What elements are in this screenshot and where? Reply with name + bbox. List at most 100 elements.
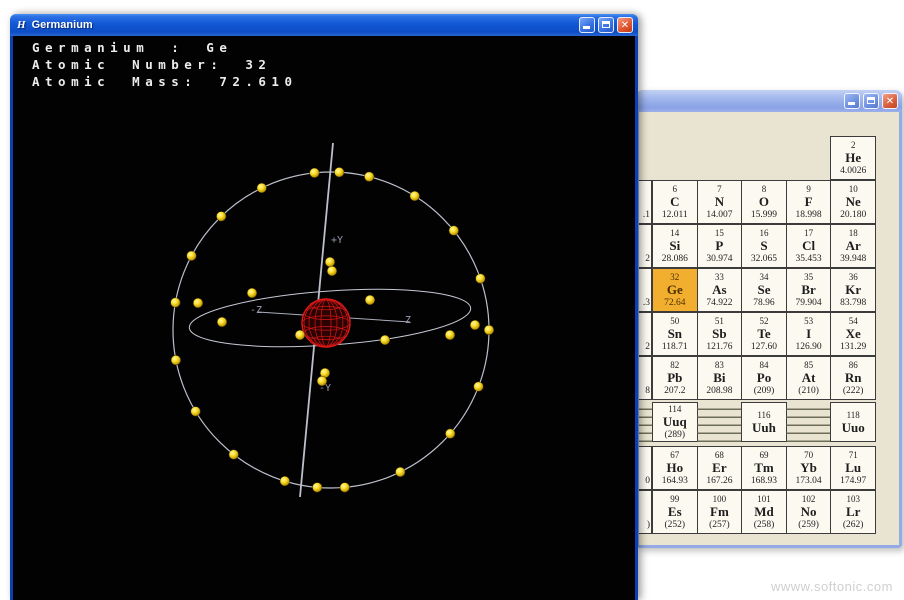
element-mass: 14.007 xyxy=(706,209,732,221)
element-cell-S[interactable]: 16S32.065 xyxy=(741,224,787,268)
element-mass: 126.90 xyxy=(796,341,822,353)
electron xyxy=(310,168,320,178)
element-mass: 83.798 xyxy=(840,297,866,309)
element-cell-Ne[interactable]: 10Ne20.180 xyxy=(830,180,876,224)
element-symbol: I xyxy=(806,327,811,341)
electron xyxy=(217,317,227,327)
element-cell-As[interactable]: 33As74.922 xyxy=(697,268,743,312)
element-symbol: Rn xyxy=(845,371,862,385)
element-mass: 174.97 xyxy=(840,475,866,487)
element-symbol: Sb xyxy=(712,327,726,341)
element-cell-C[interactable]: 6C12.011 xyxy=(652,180,698,224)
element-symbol: Es xyxy=(668,505,682,519)
element-cell-Te[interactable]: 52Te127.60 xyxy=(741,312,787,356)
element-cell-Sb[interactable]: 51Sb121.76 xyxy=(697,312,743,356)
element-symbol: F xyxy=(805,195,813,209)
clipped-element-cell: 2 xyxy=(639,312,652,356)
element-cell-Rn[interactable]: 86Rn(222) xyxy=(830,356,876,400)
minimize-button[interactable] xyxy=(844,93,860,109)
element-cell-Er[interactable]: 68Er167.26 xyxy=(697,446,743,490)
element-cell-P[interactable]: 15P30.974 xyxy=(697,224,743,268)
element-cell-Si[interactable]: 14Si28.086 xyxy=(652,224,698,268)
element-cell-Ge[interactable]: 32Ge72.64 xyxy=(652,268,698,312)
element-cell-Kr[interactable]: 36Kr83.798 xyxy=(830,268,876,312)
periodic-table-titlebar[interactable] xyxy=(636,90,902,112)
element-cell-Sn[interactable]: 50Sn118.71 xyxy=(652,312,698,356)
element-cell-Po[interactable]: 84Po(209) xyxy=(741,356,787,400)
element-symbol: At xyxy=(802,371,816,385)
element-cell-Uuq[interactable]: 114Uuq(289) xyxy=(652,402,698,442)
element-symbol: Kr xyxy=(845,283,861,297)
element-cell-He[interactable]: 2He4.0026 xyxy=(830,136,876,180)
clipped-mass-fragment: 8 xyxy=(645,386,650,396)
element-mass: 12.011 xyxy=(662,209,688,221)
element-cell-Es[interactable]: 99Es(252) xyxy=(652,490,698,534)
empty-element-slot xyxy=(786,402,831,442)
element-mass: 78.96 xyxy=(753,297,774,309)
element-cell-Ho[interactable]: 67Ho164.93 xyxy=(652,446,698,490)
element-symbol: P xyxy=(715,239,723,253)
element-cell-Fm[interactable]: 100Fm(257) xyxy=(697,490,743,534)
element-symbol: Tm xyxy=(754,461,774,475)
element-cell-Pb[interactable]: 82Pb207.2 xyxy=(652,356,698,400)
element-symbol: C xyxy=(670,195,679,209)
electron xyxy=(364,172,374,182)
electron xyxy=(474,382,484,392)
electron xyxy=(334,167,344,177)
element-cell-No[interactable]: 102No(259) xyxy=(786,490,832,534)
electron xyxy=(340,483,350,493)
element-cell-Br[interactable]: 35Br79.904 xyxy=(786,268,832,312)
element-cell-Md[interactable]: 101Md(258) xyxy=(741,490,787,534)
element-cell-F[interactable]: 9F18.998 xyxy=(786,180,832,224)
axis-label: +Y xyxy=(331,235,343,246)
element-mass: 20.180 xyxy=(840,209,866,221)
close-button[interactable] xyxy=(617,17,633,33)
electron xyxy=(445,330,455,340)
clipped-element-cell: ) xyxy=(639,490,652,534)
electron xyxy=(484,325,494,335)
element-symbol: Ge xyxy=(667,283,683,297)
element-cell-Se[interactable]: 34Se78.96 xyxy=(741,268,787,312)
app-icon: H xyxy=(17,19,26,31)
element-cell-I[interactable]: 53I126.90 xyxy=(786,312,832,356)
clipped-mass-fragment: 0 xyxy=(645,476,650,486)
element-mass: 121.76 xyxy=(706,341,732,353)
element-symbol: Se xyxy=(757,283,770,297)
maximize-button[interactable] xyxy=(598,17,614,33)
element-cell-Lr[interactable]: 103Lr(262) xyxy=(830,490,876,534)
element-mass: 131.29 xyxy=(840,341,866,353)
element-cell-Uuo[interactable]: 118Uuo xyxy=(830,402,876,442)
element-cell-At[interactable]: 85At(210) xyxy=(786,356,832,400)
element-cell-Tm[interactable]: 69Tm168.93 xyxy=(741,446,787,490)
element-mass: 28.086 xyxy=(662,253,688,265)
germanium-titlebar[interactable]: H Germanium xyxy=(10,14,638,36)
close-button[interactable] xyxy=(882,93,898,109)
electron xyxy=(380,335,390,345)
element-cell-Uuh[interactable]: 116Uuh xyxy=(741,402,787,442)
element-symbol: He xyxy=(845,151,861,165)
element-cell-Cl[interactable]: 17Cl35.453 xyxy=(786,224,832,268)
element-mass: 39.948 xyxy=(840,253,866,265)
element-cell-N[interactable]: 7N14.007 xyxy=(697,180,743,224)
element-mass: 79.904 xyxy=(796,297,822,309)
element-symbol: Fm xyxy=(710,505,729,519)
element-cell-O[interactable]: 8O15.999 xyxy=(741,180,787,224)
element-mass: 18.998 xyxy=(796,209,822,221)
element-cell-Xe[interactable]: 54Xe131.29 xyxy=(830,312,876,356)
element-mass: (262) xyxy=(843,519,864,531)
electron xyxy=(295,330,305,340)
minimize-button[interactable] xyxy=(579,17,595,33)
electron xyxy=(410,191,420,201)
maximize-button[interactable] xyxy=(863,93,879,109)
element-cell-Lu[interactable]: 71Lu174.97 xyxy=(830,446,876,490)
element-mass: 168.93 xyxy=(751,475,777,487)
electron xyxy=(327,266,337,276)
atom-svg: +Y-ZZ-Y xyxy=(13,36,635,600)
empty-element-slot xyxy=(697,402,742,442)
element-mass: 118.71 xyxy=(662,341,688,353)
electron xyxy=(229,450,239,460)
element-cell-Ar[interactable]: 18Ar39.948 xyxy=(830,224,876,268)
element-symbol: Lr xyxy=(846,505,860,519)
element-cell-Yb[interactable]: 70Yb173.04 xyxy=(786,446,832,490)
element-cell-Bi[interactable]: 83Bi208.98 xyxy=(697,356,743,400)
